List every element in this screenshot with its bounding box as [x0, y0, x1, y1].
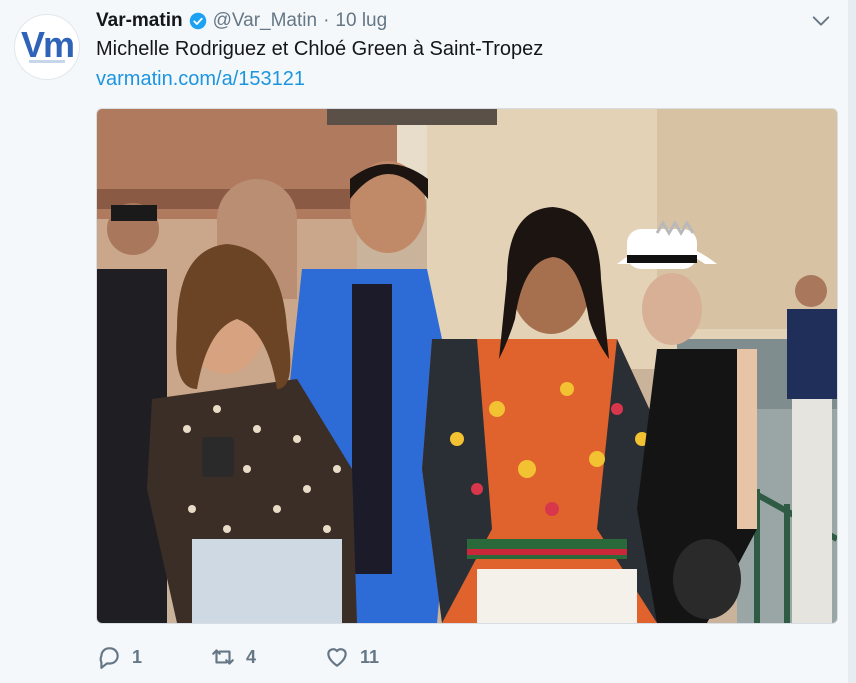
author-name[interactable]: Var-matin	[96, 10, 183, 32]
reply-icon	[99, 647, 119, 669]
separator-dot: ·	[323, 10, 330, 31]
retweet-count: 4	[246, 646, 257, 667]
avatar[interactable]: Vm	[14, 14, 80, 80]
reply-count: 1	[132, 646, 143, 667]
retweet-icon	[212, 649, 234, 665]
like-button[interactable]: 11	[324, 644, 379, 670]
tweet-date[interactable]: 10 lug	[335, 10, 387, 32]
avatar-logo-shadow	[29, 60, 65, 63]
reply-button[interactable]: 1	[96, 644, 142, 670]
chevron-down-icon	[812, 16, 830, 26]
more-options-button[interactable]	[808, 8, 834, 34]
heart-icon	[327, 648, 347, 667]
panel-edge	[848, 0, 856, 683]
author-handle[interactable]: @Var_Matin	[213, 10, 317, 32]
tweet-header: Var-matin @Var_Matin · 10 lug	[96, 8, 387, 34]
street-photo	[97, 109, 837, 623]
verified-badge-icon	[189, 12, 207, 30]
tweet-actions: 1 4 11	[96, 640, 447, 674]
tweet-photo[interactable]	[96, 108, 838, 624]
tweet-text: Michelle Rodriguez et Chloé Green à Sain…	[96, 38, 544, 60]
tweet-card[interactable]: Vm Var-matin @Var_Matin · 10 lug Michell…	[0, 0, 848, 683]
like-count: 11	[360, 646, 380, 667]
retweet-button[interactable]: 4	[210, 644, 256, 670]
tweet-link[interactable]: varmatin.com/a/153121	[96, 68, 305, 91]
